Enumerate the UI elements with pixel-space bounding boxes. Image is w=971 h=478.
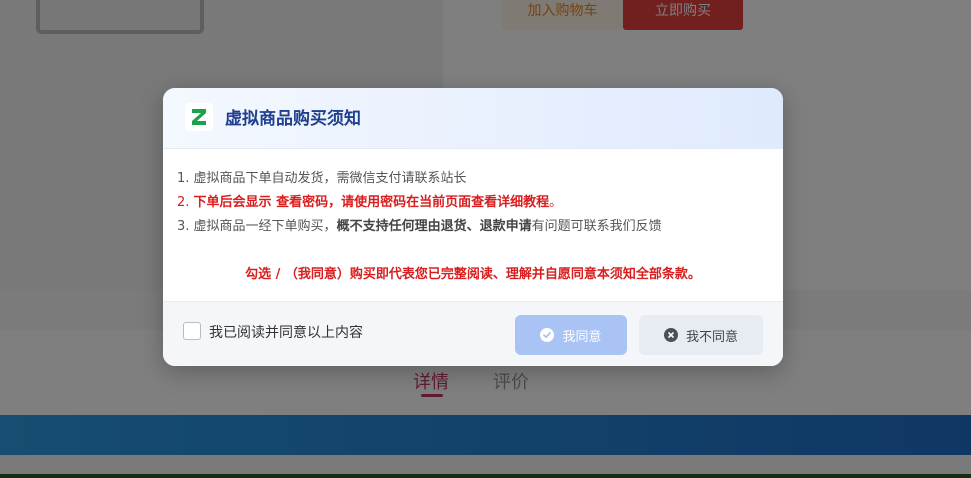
dialog-body: 1. 虚拟商品下单自动发货，需微信支付请联系站长 2. 下单后会显示 查看密码，…	[163, 149, 783, 301]
agree-checkbox-label[interactable]: 我已阅读并同意以上内容	[209, 322, 363, 342]
rule-text-bold: 概不支持任何理由退货、退款申请	[336, 219, 532, 234]
rule-2: 2. 下单后会显示 查看密码，请使用密码在当前页面查看详细教程。	[177, 191, 562, 210]
agree-button-label: 我同意	[562, 328, 602, 344]
rule-number: 3.	[177, 219, 190, 234]
rule-text: 虚拟商品下单自动发货，需微信支付请联系站长	[193, 171, 467, 186]
close-circle-icon	[663, 328, 678, 342]
rule-number: 2.	[177, 195, 190, 210]
brand-logo-icon	[185, 103, 213, 131]
purchase-notice-dialog: 虚拟商品购买须知 1. 虚拟商品下单自动发货，需微信支付请联系站长 2. 下单后…	[163, 88, 783, 366]
rule-text: 虚拟商品一经下单购买，	[193, 219, 337, 234]
agree-button[interactable]: 我同意	[515, 315, 627, 355]
agreement-notice: 勾选 / （我同意）购买即代表您已完整阅读、理解并自愿同意本须知全部条款。	[245, 267, 701, 282]
rule-3: 3. 虚拟商品一经下单购买，概不支持任何理由退货、退款申请有问题可联系我们反馈	[177, 215, 662, 234]
agree-checkbox[interactable]	[183, 322, 201, 340]
dialog-header: 虚拟商品购买须知	[163, 88, 783, 149]
disagree-button[interactable]: 我不同意	[639, 315, 763, 355]
rule-text-highlight: 请使用密码在当前页面查看详细教程	[341, 195, 550, 210]
dialog-footer: 我已阅读并同意以上内容 我同意 我不同意	[163, 301, 783, 366]
dialog-title: 虚拟商品购买须知	[225, 109, 361, 129]
check-circle-icon	[540, 328, 555, 342]
rule-text: 。	[549, 195, 563, 210]
rule-text: 有问题可联系我们反馈	[531, 219, 662, 234]
rule-1: 1. 虚拟商品下单自动发货，需微信支付请联系站长	[177, 167, 467, 186]
rule-text-highlight: 下单后会显示 查看密码，	[193, 195, 342, 210]
disagree-button-label: 我不同意	[685, 328, 738, 344]
rule-number: 1.	[177, 171, 190, 186]
